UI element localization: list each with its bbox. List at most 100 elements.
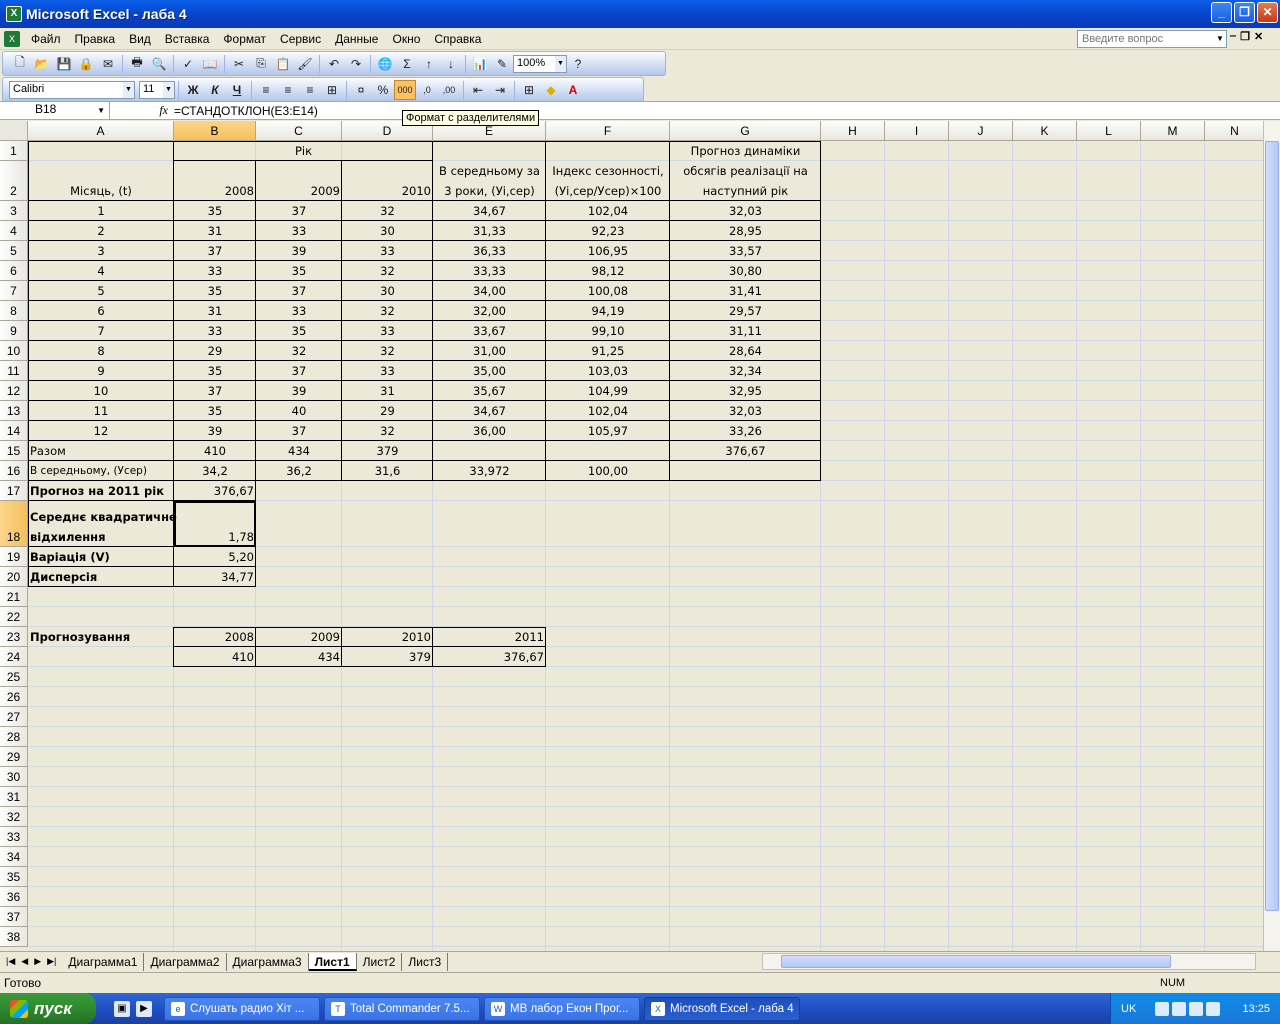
table-cell[interactable]: 32,00	[433, 301, 546, 321]
table-cell[interactable]: 4	[28, 261, 174, 281]
row-header-35[interactable]: 35	[0, 867, 28, 887]
stdev-label[interactable]: Середнє квадратичне	[28, 507, 177, 527]
task-total-commander[interactable]: T Total Commander 7.5...	[324, 996, 480, 1021]
header-month[interactable]: Місяць, (t)	[28, 181, 174, 201]
table-cell[interactable]: 33	[174, 261, 256, 281]
table-cell[interactable]: 33	[342, 361, 433, 381]
table-cell[interactable]: 32,03	[670, 201, 821, 221]
row-header-27[interactable]: 27	[0, 707, 28, 727]
table-cell[interactable]: 36,2	[256, 461, 342, 481]
table-cell[interactable]: 9	[28, 361, 174, 381]
tab-diagram1[interactable]: Диаграмма1	[62, 952, 145, 971]
email-icon[interactable]: ✉	[97, 54, 119, 74]
table-cell[interactable]: 31,11	[670, 321, 821, 341]
table-cell[interactable]: 11	[28, 401, 174, 421]
header-average[interactable]: В середньому за	[433, 161, 546, 181]
align-center-icon[interactable]: ≡	[277, 80, 299, 100]
row-header-15[interactable]: 15	[0, 441, 28, 461]
table-cell[interactable]: 35	[174, 201, 256, 221]
decrease-decimal-icon[interactable]: ,00	[438, 80, 460, 100]
table-cell[interactable]: 2010	[342, 627, 433, 647]
table-cell[interactable]: 410	[174, 647, 256, 667]
table-cell[interactable]: 6	[28, 301, 174, 321]
column-header-k[interactable]: K	[1013, 121, 1077, 141]
horizontal-scrollbar[interactable]	[762, 953, 1256, 970]
font-select[interactable]: Calibri ▼	[9, 80, 135, 99]
media-player-icon[interactable]: ▶	[136, 1000, 152, 1017]
row-header-21[interactable]: 21	[0, 587, 28, 607]
table-cell[interactable]: 37	[256, 361, 342, 381]
name-box[interactable]: B18 ▼	[0, 102, 110, 119]
row-header-17[interactable]: 17	[0, 481, 28, 501]
row-header-8[interactable]: 8	[0, 301, 28, 321]
column-header-g[interactable]: G	[670, 121, 821, 141]
row-header-4[interactable]: 4	[0, 221, 28, 241]
stdev-label[interactable]: відхилення	[28, 527, 174, 547]
table-cell[interactable]: 7	[28, 321, 174, 341]
table-cell[interactable]: 31,33	[433, 221, 546, 241]
header-seasonality-index[interactable]: Індекс сезонності,	[546, 161, 670, 181]
menu-data[interactable]: Данные	[328, 32, 385, 46]
table-cell[interactable]: 31	[174, 301, 256, 321]
menu-view[interactable]: Вид	[122, 32, 158, 46]
table-cell[interactable]: 34,77	[174, 567, 256, 587]
table-cell[interactable]: 376,67	[670, 441, 821, 461]
table-cell[interactable]: 2	[28, 221, 174, 241]
table-cell[interactable]: 12	[28, 421, 174, 441]
chevron-down-icon[interactable]: ▼	[1214, 31, 1226, 47]
table-cell[interactable]: 35,67	[433, 381, 546, 401]
row-header-32[interactable]: 32	[0, 807, 28, 827]
column-header-j[interactable]: J	[949, 121, 1013, 141]
table-cell[interactable]: 32,95	[670, 381, 821, 401]
formula-input[interactable]: =СТАНДОТКЛОН(E3:E14)	[172, 104, 318, 118]
language-indicator[interactable]: UK	[1121, 1003, 1151, 1015]
tab-sheet3[interactable]: Лист3	[402, 952, 449, 971]
row-header-25[interactable]: 25	[0, 667, 28, 687]
table-cell[interactable]: 37	[256, 201, 342, 221]
workbook-minimize-button[interactable]: ‒	[1230, 30, 1236, 43]
task-radio[interactable]: e Слушать радио Хіт ...	[164, 996, 320, 1021]
column-header-a[interactable]: A	[28, 121, 174, 141]
table-cell[interactable]: 35	[174, 361, 256, 381]
research-icon[interactable]: 📖	[199, 54, 221, 74]
table-cell[interactable]: 33,67	[433, 321, 546, 341]
tab-diagram3[interactable]: Диаграмма3	[227, 952, 309, 971]
zoom-select[interactable]: 100% ▼	[513, 54, 567, 73]
table-cell[interactable]: 3	[28, 241, 174, 261]
table-cell[interactable]: 30,80	[670, 261, 821, 281]
table-cell[interactable]: 34,67	[433, 201, 546, 221]
row-header-5[interactable]: 5	[0, 241, 28, 261]
task-excel[interactable]: X Microsoft Excel - лаба 4	[644, 996, 800, 1021]
row-header-33[interactable]: 33	[0, 827, 28, 847]
table-cell[interactable]: 29	[342, 401, 433, 421]
table-cell[interactable]: 30	[342, 281, 433, 301]
drawing-icon[interactable]: ✎	[491, 54, 513, 74]
table-cell[interactable]: 34,00	[433, 281, 546, 301]
vertical-scrollbar[interactable]	[1263, 121, 1280, 952]
table-cell[interactable]: 379	[342, 441, 433, 461]
table-cell[interactable]: 33,972	[433, 461, 546, 481]
table-cell[interactable]: 31,00	[433, 341, 546, 361]
row-header-22[interactable]: 22	[0, 607, 28, 627]
row-header-24[interactable]: 24	[0, 647, 28, 667]
table-cell[interactable]: 92,23	[546, 221, 670, 241]
print-icon[interactable]: 🖶	[126, 54, 148, 74]
table-cell[interactable]: 5,20	[174, 547, 256, 567]
row-header-30[interactable]: 30	[0, 767, 28, 787]
table-cell[interactable]: 104,99	[546, 381, 670, 401]
column-header-c[interactable]: C	[256, 121, 342, 141]
scroll-thumb[interactable]	[781, 955, 1171, 968]
table-cell[interactable]: 40	[256, 401, 342, 421]
row-header-10[interactable]: 10	[0, 341, 28, 361]
help-search-input[interactable]: Введите вопрос ▼	[1077, 30, 1227, 48]
menu-format[interactable]: Формат	[216, 32, 273, 46]
table-cell[interactable]: 31,41	[670, 281, 821, 301]
function-icon[interactable]: fx	[110, 103, 172, 118]
spelling-icon[interactable]: ✓	[177, 54, 199, 74]
table-cell[interactable]: 94,19	[546, 301, 670, 321]
table-cell[interactable]: 8	[28, 341, 174, 361]
excel-app-icon[interactable]: X	[6, 6, 22, 22]
table-cell[interactable]: 33	[342, 321, 433, 341]
table-cell[interactable]: 32	[256, 341, 342, 361]
print-preview-icon[interactable]: 🔍	[148, 54, 170, 74]
